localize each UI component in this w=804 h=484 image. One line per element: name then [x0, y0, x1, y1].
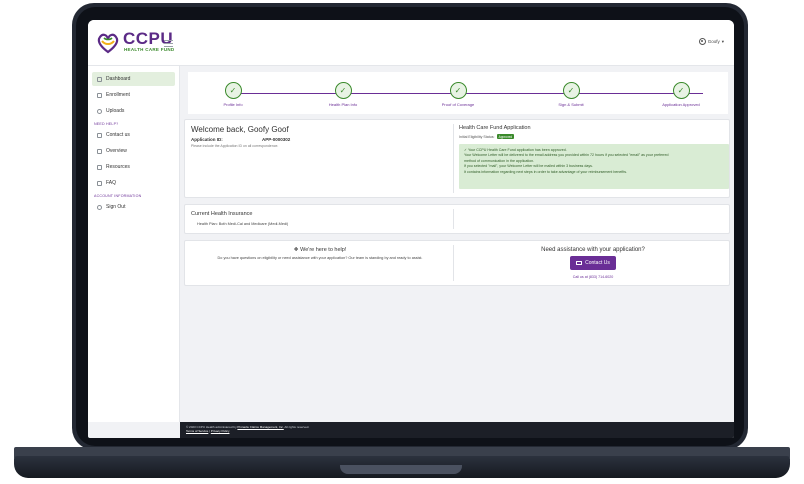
footer-links: Terms of Service | Privacy Policy — [186, 429, 728, 433]
step-profile-info[interactable]: ✓ Profile Info — [198, 82, 268, 107]
step-application-approved[interactable]: ✓ Application Approved — [646, 82, 716, 107]
application-card: Welcome back, Goofy Goof Application ID:… — [184, 119, 730, 198]
help-body: Do you have questions on eligibility or … — [217, 256, 423, 260]
external-link-icon — [97, 180, 102, 186]
help-card: ❖ We're here to help! Do you have questi… — [184, 240, 730, 286]
sidebar: Dashboard Enrollment Uploads NEED HELP? … — [88, 66, 180, 422]
progress-stepper: ✓ Profile Info ✓ Health Plan Info ✓ Proo… — [188, 72, 728, 114]
sidebar-item-faq[interactable]: FAQ — [92, 176, 175, 190]
user-menu[interactable]: Goofy ▾ — [698, 38, 724, 45]
logo-mark-icon — [97, 33, 119, 54]
logo-subtitle: HEALTH CARE FUND — [124, 47, 175, 52]
sidebar-item-label: Dashboard — [106, 76, 131, 82]
step-health-plan-info[interactable]: ✓ Health Plan Info — [308, 82, 378, 107]
sidebar-item-enrollment[interactable]: Enrollment — [92, 88, 175, 102]
mail-icon — [576, 261, 583, 265]
application-id-note: Please include the Application ID on all… — [191, 144, 279, 148]
step-label: Profile Info — [223, 102, 243, 107]
status-badge: Approved — [496, 134, 515, 139]
card-divider — [453, 124, 454, 193]
top-bar: CCPU HEALTH CARE FUND Goofy ▾ — [88, 20, 734, 66]
sidebar-item-label: Enrollment — [106, 92, 130, 98]
copyright-suffix: All rights reserved. — [283, 425, 310, 429]
grid-icon — [97, 76, 102, 82]
check-icon: ✓ — [334, 82, 352, 99]
check-icon: ✓ — [449, 82, 467, 99]
user-avatar-icon — [698, 38, 706, 45]
ccpu-logo[interactable]: CCPU HEALTH CARE FUND — [96, 29, 175, 57]
sidebar-heading-account: ACCOUNT INFORMATION — [94, 194, 142, 198]
external-link-icon — [97, 148, 102, 154]
chevron-down-icon: ▾ — [721, 38, 724, 44]
call-phone-link[interactable]: Call us at (833) 714-6020 — [455, 275, 731, 279]
step-label: Sign & Submit — [558, 102, 584, 107]
application-id-value: APP-0000302 — [262, 137, 291, 142]
insurance-title: Current Health Insurance — [191, 211, 253, 217]
eligibility-status: Initial Eligibility Status: Approved — [459, 134, 515, 139]
step-label: Application Approved — [662, 102, 700, 107]
cloud-icon — [97, 108, 102, 114]
check-icon: ✓ — [672, 82, 690, 99]
sidebar-item-contact-us[interactable]: Contact us — [92, 128, 175, 142]
privacy-link[interactable]: Privacy Policy — [211, 429, 230, 433]
assist-title: Need assistance with your application? — [541, 247, 645, 253]
sidebar-item-uploads[interactable]: Uploads — [92, 104, 175, 118]
sidebar-item-label: Uploads — [106, 108, 125, 114]
step-sign-submit[interactable]: ✓ Sign & Submit — [536, 82, 606, 107]
sidebar-item-label: Overview — [106, 148, 127, 154]
check-icon: ✓ — [224, 82, 242, 99]
document-icon — [97, 92, 102, 98]
application-id-label: Application ID: — [191, 137, 223, 142]
sidebar-item-label: FAQ — [106, 180, 117, 186]
sign-out-icon — [97, 204, 102, 210]
sidebar-item-label: Resources — [106, 164, 130, 170]
card-divider — [453, 245, 454, 281]
sidebar-item-overview[interactable]: Overview — [92, 144, 175, 158]
card-divider — [453, 209, 454, 229]
company-link[interactable]: Pinnacle Claims Management, Inc. — [237, 425, 283, 429]
insurance-plan: Health Plan: Both Medi-Cal and Medicare … — [197, 222, 289, 226]
step-label: Health Plan Info — [328, 102, 358, 107]
app-screen: CCPU HEALTH CARE FUND Goofy ▾ Dashboard … — [88, 20, 734, 438]
sidebar-item-label: Contact us — [106, 132, 130, 138]
insurance-card: Current Health Insurance Health Plan: Bo… — [184, 204, 730, 234]
laptop-notch — [340, 465, 462, 474]
sidebar-item-dashboard[interactable]: Dashboard — [92, 72, 175, 86]
contact-us-button[interactable]: Contact Us — [570, 256, 616, 270]
sidebar-heading-help: NEED HELP? — [94, 122, 119, 126]
approval-message: ✓ Your CCPU Health Care Fund application… — [459, 144, 729, 189]
welcome-title: Welcome back, Goofy Goof — [191, 125, 289, 134]
step-label: Proof of Coverage — [441, 102, 475, 107]
menu-toggle-icon[interactable] — [164, 40, 173, 47]
footer: © 2023 CCPU Health administered by Pinna… — [180, 422, 734, 438]
step-proof-of-coverage[interactable]: ✓ Proof of Coverage — [423, 82, 493, 107]
check-icon: ✓ — [562, 82, 580, 99]
user-name: Goofy — [707, 39, 720, 44]
copyright-prefix: © 2023 CCPU Health administered by — [186, 425, 238, 429]
approval-line: It contains information regarding next s… — [464, 169, 628, 174]
sidebar-item-label: Sign Out — [106, 204, 126, 210]
external-link-icon — [97, 164, 102, 170]
sidebar-item-sign-out[interactable]: Sign Out — [92, 200, 175, 214]
main-content: ✓ Profile Info ✓ Health Plan Info ✓ Proo… — [180, 66, 734, 422]
terms-link[interactable]: Terms of Service — [186, 429, 208, 433]
sidebar-item-resources[interactable]: Resources — [92, 160, 175, 174]
mail-icon — [97, 132, 102, 138]
help-title: ❖ We're here to help! — [293, 247, 347, 253]
application-title: Health Care Fund Application — [459, 125, 531, 131]
eligibility-label: Initial Eligibility Status: — [459, 134, 495, 139]
contact-us-label: Contact Us — [585, 260, 610, 266]
